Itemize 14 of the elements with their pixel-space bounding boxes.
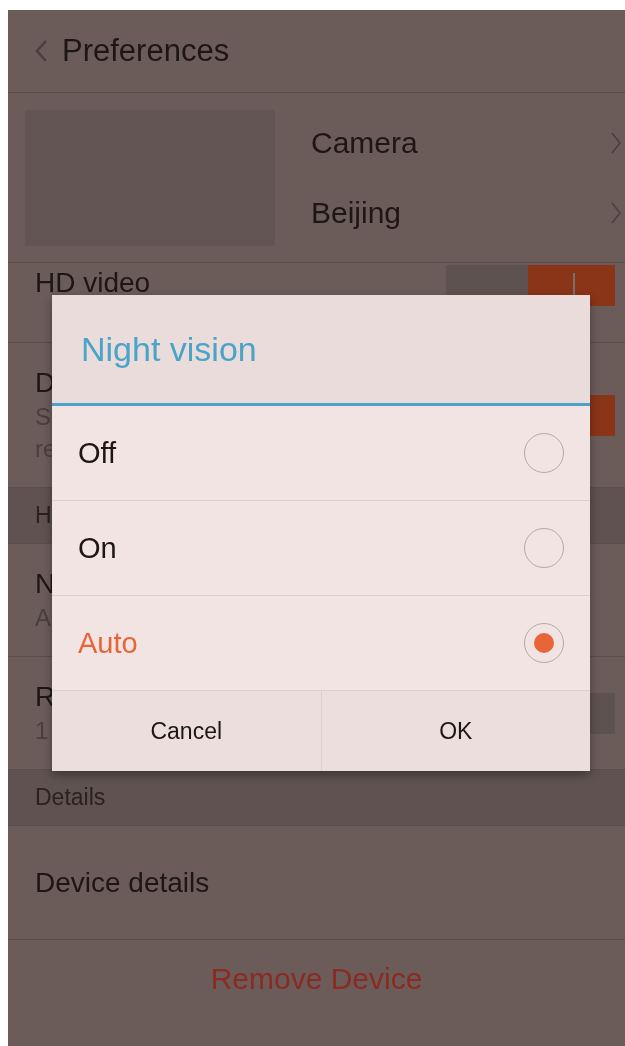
cancel-button[interactable]: Cancel [52, 691, 321, 771]
back-icon[interactable] [34, 39, 48, 63]
option-label[interactable]: On [78, 531, 117, 565]
chevron-icon [611, 201, 621, 224]
page-title: Preferences [62, 33, 230, 69]
option-label[interactable]: Off [78, 436, 117, 470]
setting-title: HD video [35, 266, 151, 300]
ok-button[interactable]: OK [320, 691, 590, 771]
chevron-icon [611, 131, 621, 154]
device-location[interactable]: Beijing [311, 195, 402, 230]
device-name[interactable]: Camera [311, 125, 418, 160]
setting-title[interactable]: Device details [35, 864, 210, 901]
option-label[interactable]: Auto [78, 626, 138, 660]
dialog-title: Night vision [81, 329, 257, 369]
